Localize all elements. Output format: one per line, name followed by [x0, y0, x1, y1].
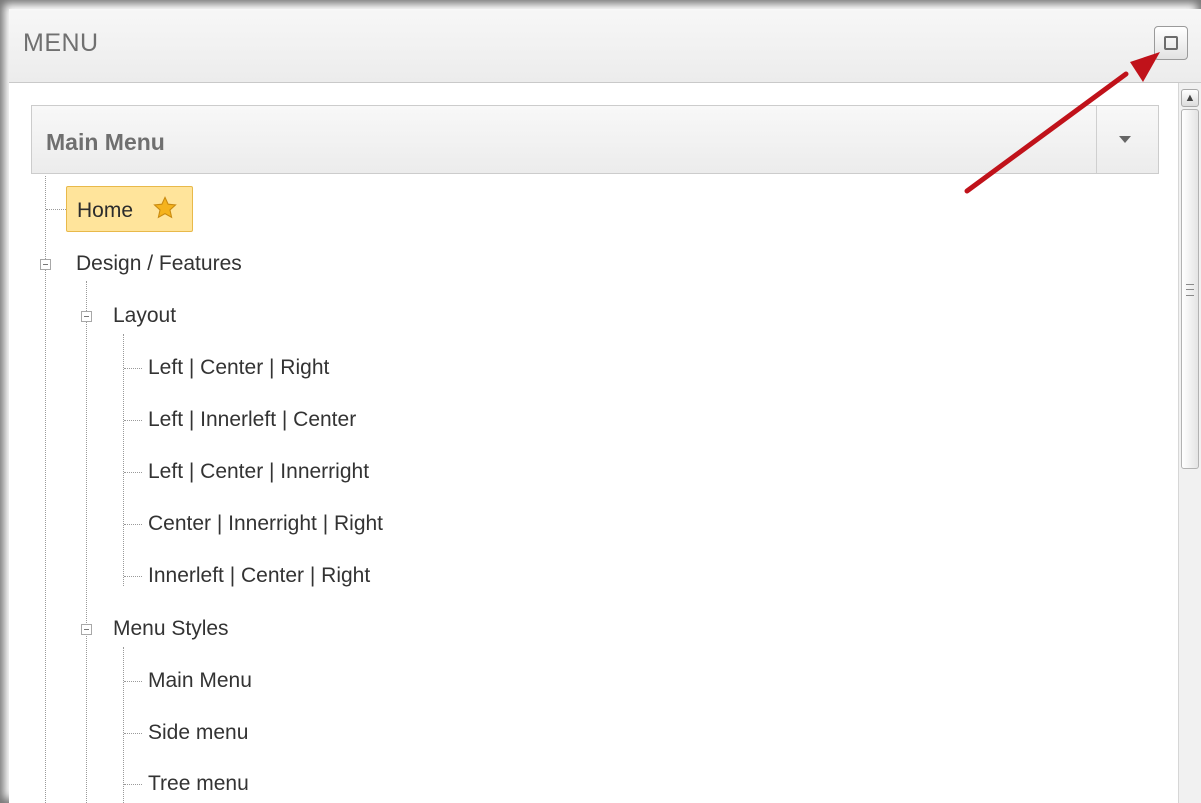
arrow-icon	[964, 52, 1160, 194]
screenshot-frame: MENU ▲ Main Menu Home Design / Features …	[0, 0, 1201, 803]
